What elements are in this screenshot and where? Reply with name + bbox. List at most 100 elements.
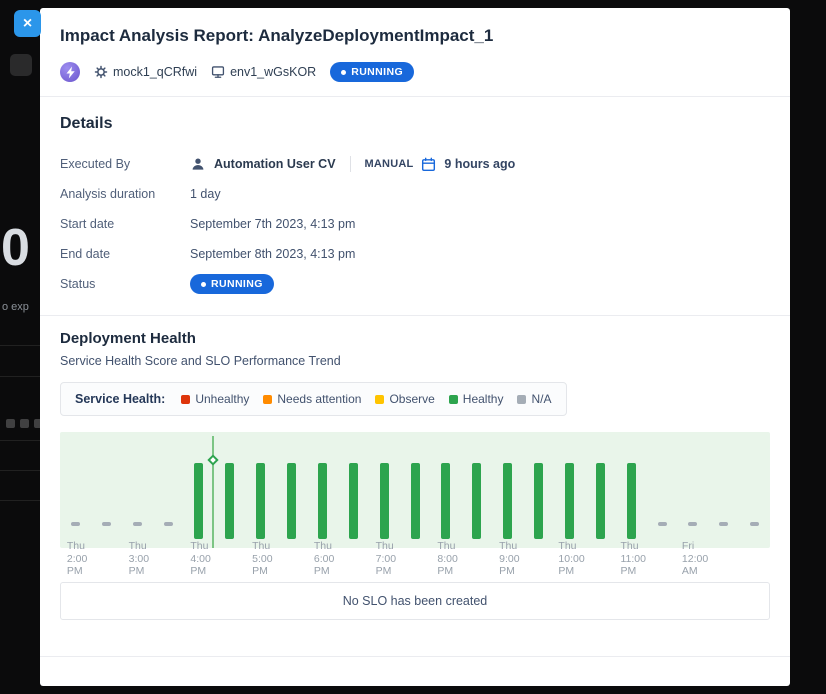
detail-row: End dateSeptember 8th 2023, 4:13 pm [60, 239, 770, 269]
chart-bar-cell [523, 432, 554, 548]
report-meta-row: mock1_qCRfwi env1_wGsKOR RUNNING [60, 62, 770, 82]
chart-bar-cell [708, 432, 739, 548]
legend-item: Healthy [449, 392, 504, 406]
x-tick-label: Thu 7:00 PM [376, 540, 396, 578]
x-tick-label: Thu 10:00 PM [558, 540, 584, 578]
x-tick-label: Thu 2:00 PM [67, 540, 87, 578]
healthy-bar [627, 463, 636, 539]
healthy-bar [472, 463, 481, 539]
healthy-bar [318, 463, 327, 539]
healthy-bar [411, 463, 420, 539]
x-tick-cell [153, 540, 184, 566]
status-badge-label: RUNNING [351, 66, 403, 78]
chart-bar-cell [554, 432, 585, 548]
x-tick-cell: Thu 5:00 PM [245, 540, 276, 566]
background-metric-number: 0 [1, 218, 29, 278]
legend-label: Observe [389, 392, 434, 406]
executed-by-row: Executed By Automation User CV MANUAL [60, 149, 770, 179]
legend-item: N/A [517, 392, 551, 406]
detail-value: 1 day [190, 187, 221, 201]
detail-rows: Analysis duration1 day Start date Septembe… [60, 179, 770, 269]
healthy-bar [534, 463, 543, 539]
legend-items: Unhealthy Needs attention Observe Healthy N/… [181, 392, 551, 406]
na-dash [71, 522, 80, 526]
detail-label: Analysis duration [60, 187, 190, 201]
chart-bar-cell [60, 432, 91, 548]
x-tick-label: Thu 9:00 PM [499, 540, 519, 578]
modal-title: Impact Analysis Report: AnalyzeDeploymen… [60, 26, 770, 46]
modal-close-button[interactable]: × [14, 10, 41, 37]
x-tick-cell [523, 540, 554, 566]
background-mini-icon [20, 419, 29, 428]
x-tick-cell [276, 540, 307, 566]
na-dash [750, 522, 759, 526]
background-row-divider [0, 440, 40, 441]
x-tick-cell: Thu 7:00 PM [369, 540, 400, 566]
healthy-bar [349, 463, 358, 539]
legend-swatch-icon [263, 395, 272, 404]
environment-monitor-icon [211, 65, 225, 79]
x-tick-cell [708, 540, 739, 566]
mock-name: mock1_qCRfwi [113, 65, 197, 79]
na-dash [688, 522, 697, 526]
x-tick-cell: Thu 9:00 PM [492, 540, 523, 566]
detail-label: Status [60, 277, 190, 291]
healthy-bar [596, 463, 605, 539]
automation-avatar-icon [60, 62, 80, 82]
healthy-bar [194, 463, 203, 539]
chart-bar-cell [492, 432, 523, 548]
legend-swatch-icon [181, 395, 190, 404]
chart-bar-cell [739, 432, 770, 548]
detail-label: Executed By [60, 157, 190, 171]
chart-bar-cell [245, 432, 276, 548]
lightning-bolt-icon [65, 66, 76, 79]
deployment-health-section: Deployment Health Service Health Score a… [40, 316, 790, 620]
chart-bar-cell [338, 432, 369, 548]
chart-x-axis-labels: Thu 2:00 PMThu 3:00 PMThu 4:00 PMThu 5:0… [60, 540, 770, 566]
x-tick-cell: Thu 2:00 PM [60, 540, 91, 566]
deployment-marker-line [212, 436, 214, 548]
healthy-bar [256, 463, 265, 539]
detail-row: Analysis duration1 day [60, 179, 770, 209]
healthy-bar [225, 463, 234, 539]
details-section: Details Executed By Automation User CV M… [40, 97, 790, 315]
chart-bar-cell [585, 432, 616, 548]
x-tick-label: Thu 8:00 PM [437, 540, 457, 578]
x-tick-cell: Thu 6:00 PM [307, 540, 338, 566]
healthy-bar [287, 463, 296, 539]
x-tick-label: Thu 5:00 PM [252, 540, 272, 578]
x-tick-cell: Thu 4:00 PM [184, 540, 215, 566]
chart-plot-band [60, 432, 770, 548]
x-tick-cell [647, 540, 678, 566]
legend-item: Needs attention [263, 392, 361, 406]
mock-reference-link[interactable]: mock1_qCRfwi [94, 65, 197, 79]
healthy-bar [503, 463, 512, 539]
x-tick-label: Fri 12:00 AM [682, 540, 708, 578]
detail-value: September 8th 2023, 4:13 pm [190, 247, 355, 261]
legend-swatch-icon [517, 395, 526, 404]
detail-label: Start date [60, 217, 190, 231]
environment-name: env1_wGsKOR [230, 65, 316, 79]
legend-label: Unhealthy [195, 392, 249, 406]
background-text-fragment: o exp [2, 301, 29, 313]
x-tick-label: Thu 3:00 PM [129, 540, 149, 578]
background-row-divider [0, 345, 40, 346]
slo-empty-state: No SLO has been created [60, 582, 770, 620]
x-tick-cell: Thu 11:00 PM [616, 540, 647, 566]
chart-bars [60, 432, 770, 548]
legend-swatch-icon [375, 395, 384, 404]
legend-label: N/A [531, 392, 551, 406]
legend-item: Observe [375, 392, 434, 406]
chart-bar-cell [431, 432, 462, 548]
legend-label: Healthy [463, 392, 504, 406]
healthy-bar [380, 463, 389, 539]
x-tick-cell [585, 540, 616, 566]
environment-reference-link[interactable]: env1_wGsKOR [211, 65, 316, 79]
trigger-type-label: MANUAL [365, 158, 414, 170]
legend-swatch-icon [449, 395, 458, 404]
calendar-icon [421, 157, 436, 172]
modal-footer [40, 656, 790, 686]
x-tick-cell [400, 540, 431, 566]
gear-icon [94, 65, 108, 79]
background-row-divider [0, 500, 40, 501]
